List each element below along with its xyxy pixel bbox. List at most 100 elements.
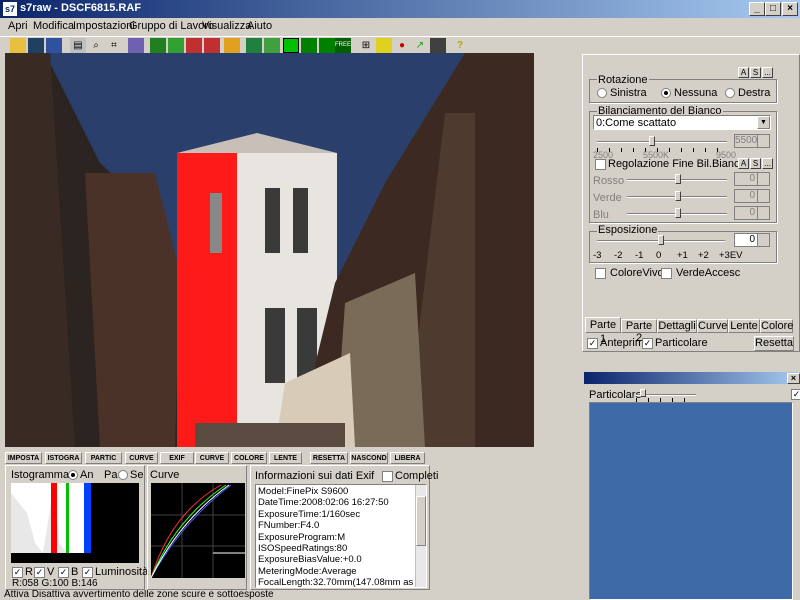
exposure-value[interactable]: 0 bbox=[734, 233, 770, 247]
wb-s-button[interactable]: S bbox=[750, 158, 761, 169]
blue-thumb[interactable] bbox=[675, 208, 681, 218]
wb-a-button[interactable]: A bbox=[738, 158, 749, 169]
channel-b-checkbox[interactable]: ✓ bbox=[58, 567, 69, 578]
tiff2-icon[interactable] bbox=[264, 38, 280, 53]
status-bar: Attiva Disattiva avvertimento delle zone… bbox=[0, 590, 800, 600]
main-image-view[interactable] bbox=[5, 53, 534, 447]
rotation-a-button[interactable]: A bbox=[738, 67, 749, 78]
filter-green-icon[interactable] bbox=[168, 38, 184, 53]
wb-thumb[interactable] bbox=[649, 136, 655, 146]
open-icon[interactable] bbox=[10, 38, 26, 53]
wb-select[interactable]: 0:Come scattato ▼ bbox=[593, 115, 771, 130]
minimize-button[interactable]: _ bbox=[749, 2, 765, 16]
help-icon[interactable]: ? bbox=[452, 38, 468, 53]
tab-exif[interactable]: EXIF bbox=[160, 452, 194, 464]
detail-checkbox[interactable]: ✓ bbox=[791, 389, 800, 400]
histogram-graph bbox=[11, 483, 139, 563]
mode-an-radio[interactable] bbox=[68, 470, 78, 480]
zoom-icon[interactable]: ⌕ bbox=[88, 38, 104, 53]
anteprima-checkbox[interactable]: ✓ bbox=[587, 338, 598, 349]
red-thumb[interactable] bbox=[675, 174, 681, 184]
tab-istogra[interactable]: ISTOGRA bbox=[45, 452, 82, 464]
exif-complete-label: Completi bbox=[395, 470, 439, 482]
reset-button[interactable]: Resetta bbox=[754, 336, 794, 351]
green-square-icon[interactable] bbox=[283, 38, 299, 53]
exif-panel: Informazioni sui dati Exif Completi Mode… bbox=[250, 465, 438, 590]
tab-parte-2[interactable]: Parte 2 bbox=[621, 319, 657, 344]
rgb-icon[interactable]: ● bbox=[394, 38, 410, 53]
curve-icon[interactable]: ↗ bbox=[412, 38, 428, 53]
print-icon[interactable]: ▤ bbox=[70, 38, 86, 53]
mode-pa-label: Pa bbox=[104, 469, 118, 481]
detail-close-button[interactable]: × bbox=[787, 373, 800, 384]
tab-libera[interactable]: LIBERA bbox=[390, 452, 425, 464]
green-value[interactable]: 0 bbox=[734, 189, 770, 203]
close-button[interactable]: × bbox=[782, 2, 798, 16]
filter-blue-icon[interactable] bbox=[186, 38, 202, 53]
tab-parte-1[interactable]: Parte 1 bbox=[585, 317, 621, 345]
wb-dots-button[interactable]: ... bbox=[762, 158, 773, 169]
chevron-down-icon[interactable]: ▼ bbox=[757, 116, 770, 129]
wb-track[interactable] bbox=[597, 141, 727, 143]
tab-curve-left[interactable]: CURVE bbox=[125, 452, 158, 464]
rotation-s-button[interactable]: S bbox=[750, 67, 761, 78]
jpeg-icon[interactable] bbox=[224, 38, 240, 53]
detail-label: Particolare bbox=[589, 389, 642, 401]
verde-accesc-checkbox[interactable] bbox=[661, 268, 672, 279]
exif-complete-checkbox[interactable] bbox=[382, 471, 393, 482]
crop-icon[interactable]: ⌗ bbox=[106, 38, 122, 53]
save-as-icon[interactable] bbox=[46, 38, 62, 53]
blue-value[interactable]: 0 bbox=[734, 206, 770, 220]
luminosity-checkbox[interactable]: ✓ bbox=[82, 567, 93, 578]
freeview-icon[interactable]: FREE bbox=[335, 38, 351, 53]
tab-lente[interactable]: Lente bbox=[728, 319, 760, 333]
wb-fine-checkbox[interactable] bbox=[595, 159, 606, 170]
tab-imposta[interactable]: IMPOSTA bbox=[5, 452, 42, 464]
grid2-icon[interactable] bbox=[319, 38, 335, 53]
tab-partic[interactable]: PARTIC bbox=[85, 452, 122, 464]
exposure-label: Esposizione bbox=[597, 224, 659, 236]
detail-view[interactable] bbox=[589, 402, 793, 600]
maximize-button[interactable]: □ bbox=[765, 2, 781, 16]
view-icon[interactable] bbox=[246, 38, 262, 53]
menu-apri[interactable]: Apri bbox=[8, 20, 28, 32]
tab-lente[interactable]: LENTE bbox=[269, 452, 302, 464]
split-icon[interactable]: ⊞ bbox=[358, 38, 374, 53]
menu-modifica[interactable]: Modifica bbox=[33, 20, 74, 32]
tab-resetta[interactable]: RESETTA bbox=[310, 452, 348, 464]
rotation-right-radio[interactable] bbox=[725, 88, 735, 98]
tab-colore[interactable]: COLORE bbox=[231, 452, 267, 464]
detail-zoom-thumb[interactable] bbox=[640, 389, 646, 397]
green-thumb[interactable] bbox=[675, 191, 681, 201]
menu-aiuto[interactable]: Aiuto bbox=[247, 20, 272, 32]
rotation-none-radio[interactable] bbox=[661, 88, 671, 98]
channel-r-checkbox[interactable]: ✓ bbox=[12, 567, 23, 578]
rotation-left-radio[interactable] bbox=[597, 88, 607, 98]
rotate-icon[interactable] bbox=[128, 38, 144, 53]
red-value[interactable]: 0 bbox=[734, 172, 770, 186]
grid-icon[interactable] bbox=[301, 38, 317, 53]
menu-impostazioni[interactable]: Impostazioni bbox=[73, 20, 135, 32]
histogram-icon[interactable] bbox=[430, 38, 446, 53]
color-icon[interactable] bbox=[376, 38, 392, 53]
tiff-icon[interactable] bbox=[204, 38, 220, 53]
colore-vivo-checkbox[interactable] bbox=[595, 268, 606, 279]
filter-red-icon[interactable] bbox=[150, 38, 166, 53]
exif-scrollbar[interactable] bbox=[415, 485, 426, 587]
wb-value[interactable]: 5500 bbox=[734, 134, 770, 148]
menu-visualizza[interactable]: Visualizza bbox=[202, 20, 251, 32]
channel-v-checkbox[interactable]: ✓ bbox=[34, 567, 45, 578]
tab-curve-right[interactable]: CURVE bbox=[195, 452, 229, 464]
tab-nascond[interactable]: NASCOND bbox=[350, 452, 388, 464]
exif-scroll-thumb[interactable] bbox=[416, 496, 426, 546]
rotation-dots-button[interactable]: ... bbox=[762, 67, 773, 78]
exposure-thumb[interactable] bbox=[658, 235, 664, 245]
mode-se-radio[interactable] bbox=[118, 470, 128, 480]
save-icon[interactable] bbox=[28, 38, 44, 53]
tab-colore-panel[interactable]: Colore bbox=[760, 319, 793, 333]
curve-graph[interactable] bbox=[151, 483, 245, 578]
tab-curve[interactable]: Curve bbox=[697, 319, 728, 333]
tab-dettagli[interactable]: Dettagli bbox=[657, 319, 697, 333]
exif-list[interactable]: Model:FinePix S9600 DateTime:2008:02:06 1… bbox=[255, 484, 427, 588]
particolare-checkbox[interactable]: ✓ bbox=[642, 338, 653, 349]
